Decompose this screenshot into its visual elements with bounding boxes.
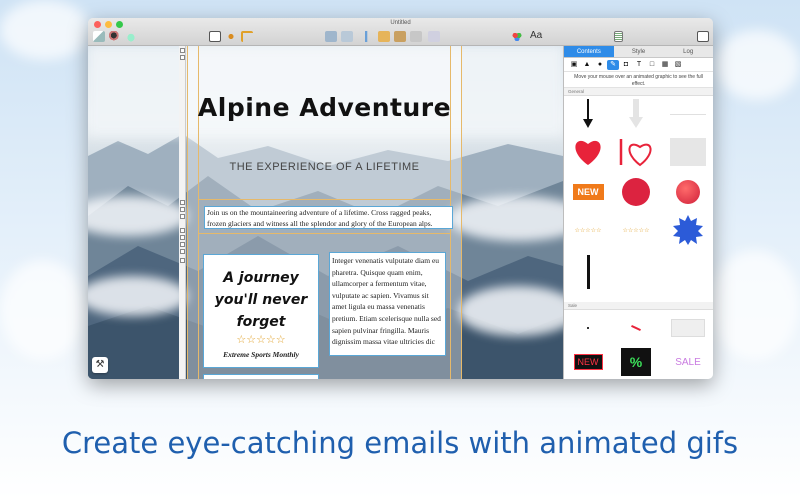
tab-style[interactable]: Style bbox=[614, 46, 664, 57]
intro-text-box[interactable]: Join us on the mountaineering adventure … bbox=[204, 206, 453, 229]
tab-log[interactable]: Log bbox=[663, 46, 713, 57]
resize-icon[interactable] bbox=[428, 31, 440, 42]
arrow-down-icon[interactable] bbox=[568, 98, 608, 130]
general-graphics-grid: NEW ☆☆☆☆☆ ☆☆☆☆☆ bbox=[564, 96, 713, 302]
fonts-button[interactable]: Aa bbox=[530, 30, 542, 41]
inspector-panel: Contents Style Log ▣ ▲ ● ✎ ◘ T □ ▦ ▧ Mov… bbox=[563, 46, 713, 379]
subheadline[interactable]: THE EXPERIENCE OF A LIFETIME bbox=[188, 161, 461, 173]
body-text-box[interactable]: Integer venenatis vulputate diam eu phar… bbox=[329, 252, 446, 356]
animation-type-icon[interactable]: ✎ bbox=[607, 59, 619, 70]
cloud-icon[interactable] bbox=[125, 31, 137, 42]
window-title: Untitled bbox=[390, 20, 411, 26]
layout-icon[interactable] bbox=[209, 31, 221, 42]
stars-row[interactable]: ☆☆☆☆☆ bbox=[568, 214, 608, 246]
image-icon[interactable] bbox=[410, 31, 422, 42]
element-type-toolbar: ▣ ▲ ● ✎ ◘ T □ ▦ ▧ bbox=[564, 58, 713, 72]
new-badge[interactable]: NEW bbox=[568, 176, 608, 208]
badge-type-icon[interactable]: ◘ bbox=[620, 60, 632, 70]
vertical-bar[interactable] bbox=[568, 255, 608, 289]
heart-icon[interactable] bbox=[568, 136, 608, 168]
notes-icon[interactable] bbox=[614, 31, 623, 42]
rectangle-type-icon[interactable]: □ bbox=[646, 60, 658, 70]
headline[interactable]: Alpine Adventure bbox=[188, 93, 461, 122]
crop-icon[interactable] bbox=[241, 31, 253, 42]
editor-canvas[interactable]: Alpine Adventure THE EXPERIENCE OF A LIF… bbox=[88, 46, 563, 379]
sidebar-toggle-icon[interactable] bbox=[697, 31, 709, 42]
rating-stars: ☆☆☆☆☆ bbox=[236, 334, 286, 346]
section-sale[interactable]: Sale bbox=[564, 302, 713, 310]
marketing-caption: Create eye-catching emails with animated… bbox=[61, 426, 739, 460]
text-type-icon[interactable]: T bbox=[633, 60, 645, 70]
dot-icon[interactable] bbox=[568, 312, 608, 344]
tab-contents[interactable]: Contents bbox=[564, 46, 614, 57]
stars-row-2[interactable]: ☆☆☆☆☆ bbox=[616, 214, 656, 246]
move-icon[interactable] bbox=[225, 31, 237, 42]
panel-tabs: Contents Style Log bbox=[564, 46, 713, 58]
send-icon[interactable] bbox=[93, 31, 105, 42]
quote-source: Extreme Sports Monthly bbox=[223, 350, 299, 359]
red-stroke-icon[interactable] bbox=[616, 312, 656, 344]
triangle-type-icon[interactable]: ▲ bbox=[581, 60, 593, 70]
heart-outline-icon[interactable] bbox=[616, 136, 656, 168]
titlebar: Untitled Aa bbox=[88, 18, 713, 46]
sale-badge[interactable]: SALE bbox=[668, 346, 708, 378]
email-document[interactable]: Alpine Adventure THE EXPERIENCE OF A LIF… bbox=[187, 46, 462, 379]
align-right-icon[interactable] bbox=[341, 31, 353, 42]
circle-type-icon[interactable]: ● bbox=[594, 60, 606, 70]
arrange-icon[interactable] bbox=[378, 31, 390, 42]
quote-card[interactable]: A journey you'll never forget ☆☆☆☆☆ Extr… bbox=[203, 254, 319, 368]
pattern-type-icon[interactable]: ▦ bbox=[659, 60, 671, 70]
vertical-ruler[interactable] bbox=[179, 46, 186, 379]
rotate-icon[interactable] bbox=[394, 31, 406, 42]
image-type-icon[interactable]: ▣ bbox=[568, 60, 580, 70]
tagline: A journey you'll never forget bbox=[214, 270, 308, 330]
section-general[interactable]: General bbox=[564, 88, 713, 96]
white-box-icon[interactable] bbox=[668, 312, 708, 344]
sale-graphics-grid: NEW % SALE bbox=[564, 310, 713, 379]
bottom-text-box[interactable] bbox=[203, 374, 319, 379]
blue-starburst[interactable] bbox=[668, 214, 708, 246]
panel-hint: Move your mouse over an animated graphic… bbox=[564, 72, 713, 88]
percent-badge[interactable]: % bbox=[616, 346, 656, 378]
new-neon-badge[interactable]: NEW bbox=[568, 346, 608, 378]
app-window: Untitled Aa Alpine Adventure THE EXPERIE… bbox=[88, 18, 713, 379]
line-icon[interactable] bbox=[668, 98, 708, 130]
arrow-down-outline-icon[interactable] bbox=[616, 98, 656, 130]
colors-icon[interactable] bbox=[511, 31, 523, 42]
distribute-icon[interactable] bbox=[360, 31, 372, 42]
hammer-tool-button[interactable]: ⚒ bbox=[92, 357, 108, 373]
red-sphere[interactable] bbox=[668, 176, 708, 208]
photo-type-icon[interactable]: ▧ bbox=[672, 60, 684, 70]
contacts-icon[interactable] bbox=[109, 31, 121, 42]
red-circle[interactable] bbox=[616, 176, 656, 208]
align-left-icon[interactable] bbox=[325, 31, 337, 42]
gray-box-icon[interactable] bbox=[668, 136, 708, 168]
